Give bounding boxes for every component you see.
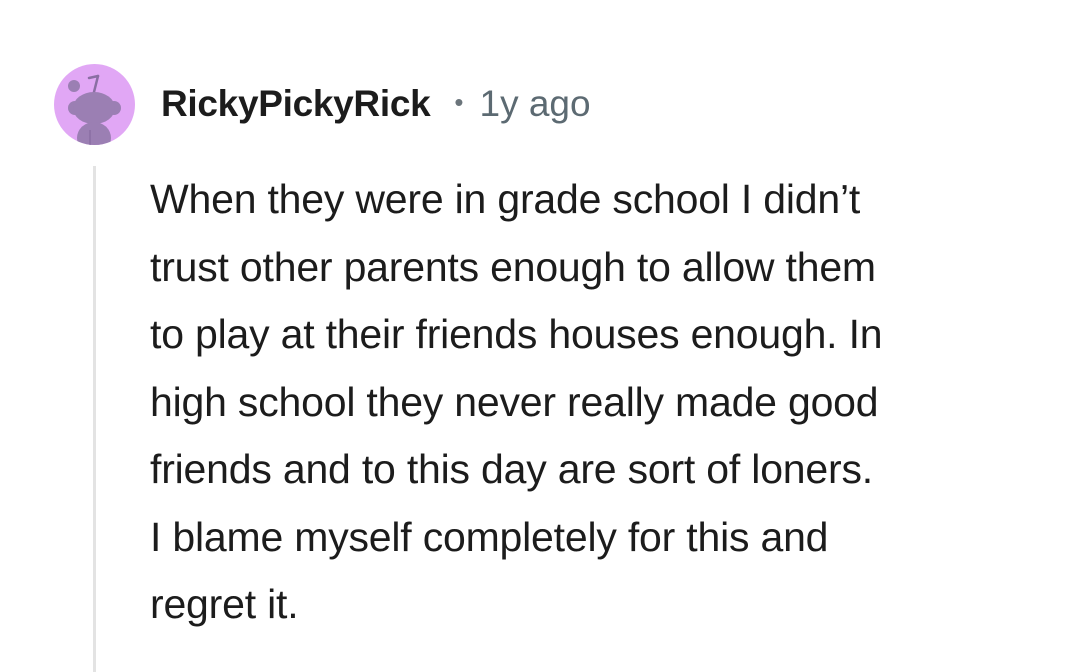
timestamp[interactable]: 1y ago [480,83,591,125]
thread-collapse-line[interactable] [93,166,96,672]
comment-body-line: friends and to this day are sort of lone… [150,446,873,492]
meta-separator: • [454,86,464,117]
comment-body-line: high school they never really made good [150,378,879,425]
comment-body-line: trust other parents enough to allow them [150,243,876,290]
comment-body-line: to play at their friends houses enough. … [150,311,883,357]
comment-body-line: regret it. [150,581,299,627]
username-link[interactable]: RickyPickyRick [161,83,431,125]
comment-body-line: I blame myself completely for this and [150,513,829,560]
snoo-avatar-icon [68,74,121,145]
user-avatar[interactable] [54,64,135,145]
comment-body-line: When they were in grade school I didn’t [150,176,861,222]
comment-meta: RickyPickyRick • 1y ago [161,78,591,130]
comment-body: When they were in grade school I didn’t … [150,166,1040,639]
comment: RickyPickyRick • 1y ago When they were i… [0,0,1079,672]
